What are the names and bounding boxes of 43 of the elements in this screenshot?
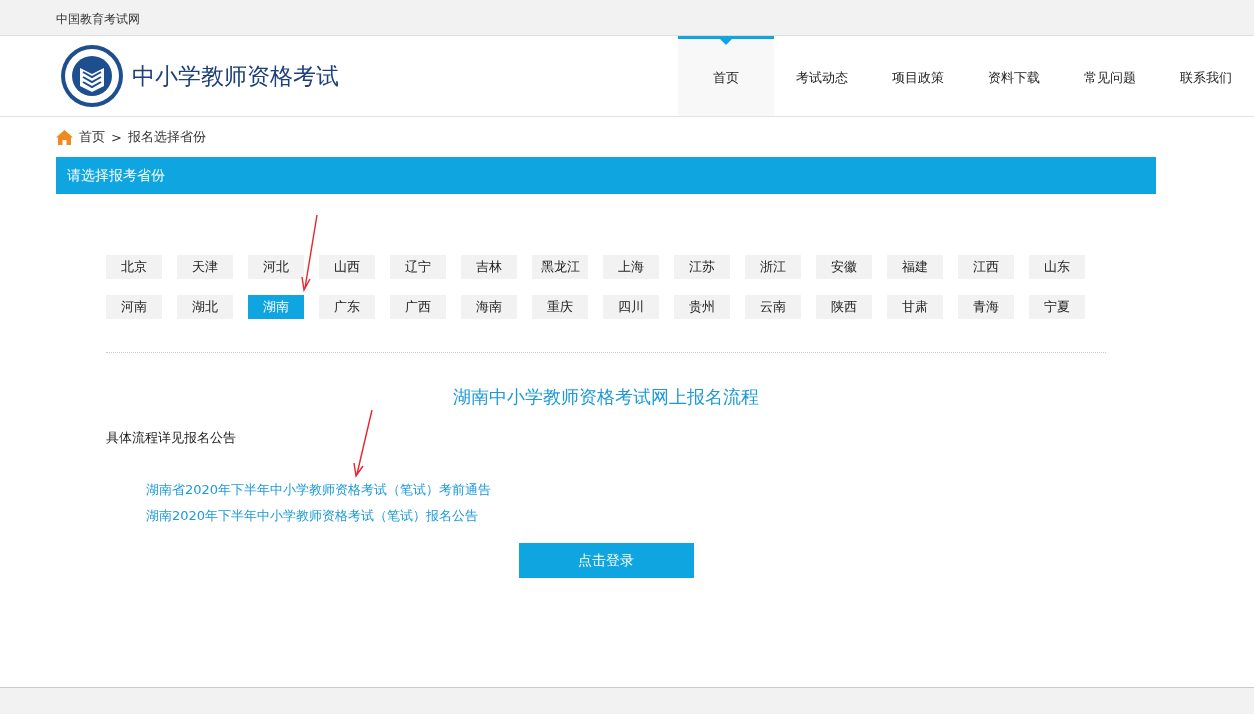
province-button[interactable]: 山东 bbox=[1029, 255, 1085, 279]
province-button[interactable]: 天津 bbox=[177, 255, 233, 279]
province-button[interactable]: 北京 bbox=[106, 255, 162, 279]
province-button[interactable]: 陕西 bbox=[816, 295, 872, 319]
province-button[interactable]: 江西 bbox=[958, 255, 1014, 279]
province-button[interactable]: 云南 bbox=[745, 295, 801, 319]
nav-tab[interactable]: 常见问题 bbox=[1062, 36, 1158, 116]
province-button[interactable]: 宁夏 bbox=[1029, 295, 1085, 319]
province-button[interactable]: 湖北 bbox=[177, 295, 233, 319]
nav-tab[interactable]: 首页 bbox=[678, 36, 774, 116]
province-button[interactable]: 广西 bbox=[390, 295, 446, 319]
process-title: 湖南中小学教师资格考试网上报名流程 bbox=[452, 385, 760, 409]
breadcrumb-item: 报名选择省份 bbox=[127, 128, 206, 146]
nav-tab[interactable]: 联系我们 bbox=[1158, 36, 1254, 116]
province-button[interactable]: 海南 bbox=[461, 295, 517, 319]
province-button[interactable]: 浙江 bbox=[745, 255, 801, 279]
breadcrumb-separator: > bbox=[111, 129, 122, 145]
note-text: 具体流程详见报名公告 bbox=[106, 429, 237, 447]
province-button[interactable]: 福建 bbox=[887, 255, 943, 279]
province-button[interactable]: 辽宁 bbox=[390, 255, 446, 279]
province-button[interactable]: 甘肃 bbox=[887, 295, 943, 319]
breadcrumb-item[interactable]: 首页 bbox=[79, 128, 105, 146]
site-title: 中小学教师资格考试 bbox=[132, 61, 339, 91]
nav-tab[interactable]: 项目政策 bbox=[870, 36, 966, 116]
nav-tab[interactable]: 考试动态 bbox=[774, 36, 870, 116]
logo-icon bbox=[60, 44, 124, 108]
province-button[interactable]: 四川 bbox=[603, 295, 659, 319]
province-button[interactable]: 青海 bbox=[958, 295, 1014, 319]
province-button[interactable]: 河南 bbox=[106, 295, 162, 319]
province-button[interactable]: 重庆 bbox=[532, 295, 588, 319]
province-button[interactable]: 河北 bbox=[248, 255, 304, 279]
site-name[interactable]: 中国教育考试网 bbox=[56, 11, 140, 26]
province-button[interactable]: 广东 bbox=[319, 295, 375, 319]
province-button[interactable]: 上海 bbox=[603, 255, 659, 279]
province-button[interactable]: 山西 bbox=[319, 255, 375, 279]
home-icon[interactable] bbox=[56, 129, 73, 145]
province-button[interactable]: 江苏 bbox=[674, 255, 730, 279]
province-button[interactable]: 安徽 bbox=[816, 255, 872, 279]
section-header: 请选择报考省份 bbox=[56, 157, 1156, 194]
province-button[interactable]: 黑龙江 bbox=[532, 255, 588, 279]
nav-tab[interactable]: 资料下载 bbox=[966, 36, 1062, 116]
province-button[interactable]: 贵州 bbox=[674, 295, 730, 319]
province-button[interactable]: 吉林 bbox=[461, 255, 517, 279]
